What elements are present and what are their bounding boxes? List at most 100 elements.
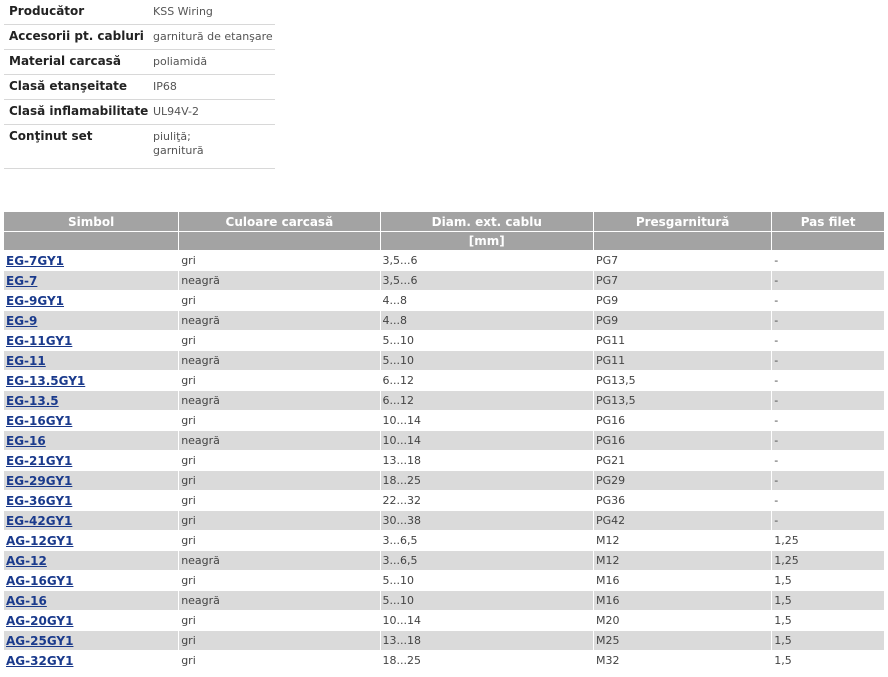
cell-culoare: neagră (179, 550, 381, 570)
cell-culoare: neagră (179, 270, 381, 290)
cell-pas-filet: - (772, 450, 884, 470)
spec-value: IP68 (149, 74, 275, 100)
spec-row: Material carcasă poliamidă (4, 49, 275, 75)
product-link[interactable]: EG-36GY1 (6, 494, 72, 508)
spec-row: Accesorii pt. cabluri garnitură de etanşa… (4, 24, 275, 50)
cell-presgarnitura: PG13,5 (594, 370, 773, 390)
cell-presgarnitura: M20 (594, 610, 773, 630)
cell-culoare: gri (179, 290, 381, 310)
cell-simbol: EG-7 (4, 270, 180, 290)
cell-simbol: EG-9GY1 (4, 290, 180, 310)
table-row: AG-12GY1 gri 3...6,5 M12 1,25 (4, 530, 884, 550)
cell-diametru: 3...6,5 (380, 530, 594, 550)
product-link[interactable]: EG-16 (6, 434, 46, 448)
product-link[interactable]: EG-29GY1 (6, 474, 72, 488)
cell-culoare: neagră (179, 310, 381, 330)
cell-simbol: EG-16 (4, 430, 180, 450)
product-link[interactable]: EG-11GY1 (6, 334, 72, 348)
cell-presgarnitura: M12 (594, 530, 773, 550)
cell-pas-filet: 1,25 (772, 550, 884, 570)
cell-simbol: AG-20GY1 (4, 610, 180, 630)
product-link[interactable]: EG-7 (6, 274, 37, 288)
header-simbol: Simbol (4, 212, 180, 231)
cell-presgarnitura: PG16 (594, 430, 773, 450)
product-link[interactable]: EG-7GY1 (6, 254, 64, 268)
cell-culoare: gri (179, 470, 381, 490)
cell-culoare: gri (179, 630, 381, 650)
cell-pas-filet: - (772, 370, 884, 390)
product-link[interactable]: EG-11 (6, 354, 46, 368)
cell-pas-filet: - (772, 270, 884, 290)
cell-culoare: neagră (179, 350, 381, 370)
product-link[interactable]: EG-21GY1 (6, 454, 72, 468)
table-row: EG-9 neagră 4...8 PG9- (4, 310, 884, 330)
subheader-pas-filet (772, 231, 884, 250)
product-link[interactable]: EG-9 (6, 314, 37, 328)
spec-row: Producător KSS Wiring (4, 0, 275, 25)
cell-simbol: EG-11GY1 (4, 330, 180, 350)
table-row: EG-11 neagră 5...10 PG11- (4, 350, 884, 370)
spec-label: Accesorii pt. cabluri (4, 24, 149, 50)
spec-row: Conţinut set piuliţă; garnitură (4, 124, 275, 169)
table-row: EG-29GY1 gri 18...25 PG29- (4, 470, 884, 490)
table-row: AG-25GY1 gri 13...18 M25 1,5 (4, 630, 884, 650)
product-link[interactable]: EG-16GY1 (6, 414, 72, 428)
cell-simbol: AG-32GY1 (4, 650, 180, 670)
spec-value-line: UL94V-2 (153, 105, 200, 118)
product-link[interactable]: AG-20GY1 (6, 614, 73, 628)
cell-pas-filet: - (772, 250, 884, 270)
product-link[interactable]: AG-32GY1 (6, 654, 73, 668)
table-row: EG-7 neagră 3,5...6 PG7- (4, 270, 884, 290)
cell-diametru: 5...10 (380, 590, 594, 610)
cell-pas-filet: - (772, 310, 884, 330)
cell-diametru: 18...25 (380, 470, 594, 490)
cell-pas-filet: - (772, 410, 884, 430)
table-row: EG-16 neagră 10...14 PG16- (4, 430, 884, 450)
table-row: EG-16GY1 gri 10...14 PG16- (4, 410, 884, 430)
cell-diametru: 18...25 (380, 650, 594, 670)
product-link[interactable]: EG-13.5GY1 (6, 374, 85, 388)
cell-simbol: EG-13.5GY1 (4, 370, 180, 390)
product-link[interactable]: EG-42GY1 (6, 514, 72, 528)
cell-pas-filet: 1,5 (772, 590, 884, 610)
table-row: AG-16 neagră 5...10 M16 1,5 (4, 590, 884, 610)
spec-value-line: garnitură de etanşare (153, 30, 273, 43)
spec-label: Conţinut set (4, 124, 149, 169)
cell-simbol: EG-16GY1 (4, 410, 180, 430)
spec-value: garnitură de etanşare (149, 24, 275, 50)
cell-presgarnitura: PG16 (594, 410, 773, 430)
cell-presgarnitura: M25 (594, 630, 773, 650)
header-culoare: Culoare carcasă (179, 212, 381, 231)
subheader-presgarnitura (594, 231, 773, 250)
cell-pas-filet: - (772, 430, 884, 450)
cell-presgarnitura: PG42 (594, 510, 773, 530)
cell-diametru: 6...12 (380, 370, 594, 390)
cell-culoare: gri (179, 650, 381, 670)
table-subheader-row: [mm] (4, 231, 884, 250)
product-specifications: Producător KSS Wiring Accesorii pt. cablur… (4, 0, 275, 169)
product-link[interactable]: AG-16 (6, 594, 47, 608)
cell-presgarnitura: PG9 (594, 290, 773, 310)
subheader-culoare (179, 231, 381, 250)
product-link[interactable]: AG-12GY1 (6, 534, 73, 548)
product-link[interactable]: EG-9GY1 (6, 294, 64, 308)
cell-simbol: EG-9 (4, 310, 180, 330)
cell-diametru: 3,5...6 (380, 270, 594, 290)
header-presgarnitura: Presgarnitură (594, 212, 773, 231)
cell-simbol: EG-11 (4, 350, 180, 370)
cell-culoare: gri (179, 250, 381, 270)
cell-diametru: 10...14 (380, 430, 594, 450)
product-link[interactable]: AG-16GY1 (6, 574, 73, 588)
spec-value: poliamidă (149, 49, 275, 75)
product-link[interactable]: AG-25GY1 (6, 634, 73, 648)
product-link[interactable]: AG-12 (6, 554, 47, 568)
product-link[interactable]: EG-13.5 (6, 394, 59, 408)
spec-value-line: garnitură (153, 144, 204, 157)
cell-presgarnitura: PG7 (594, 250, 773, 270)
cell-pas-filet: 1,25 (772, 530, 884, 550)
cell-presgarnitura: M16 (594, 570, 773, 590)
cell-presgarnitura: PG11 (594, 330, 773, 350)
spec-value-line: piuliţă; (153, 130, 191, 143)
cell-diametru: 3,5...6 (380, 250, 594, 270)
cell-culoare: gri (179, 610, 381, 630)
